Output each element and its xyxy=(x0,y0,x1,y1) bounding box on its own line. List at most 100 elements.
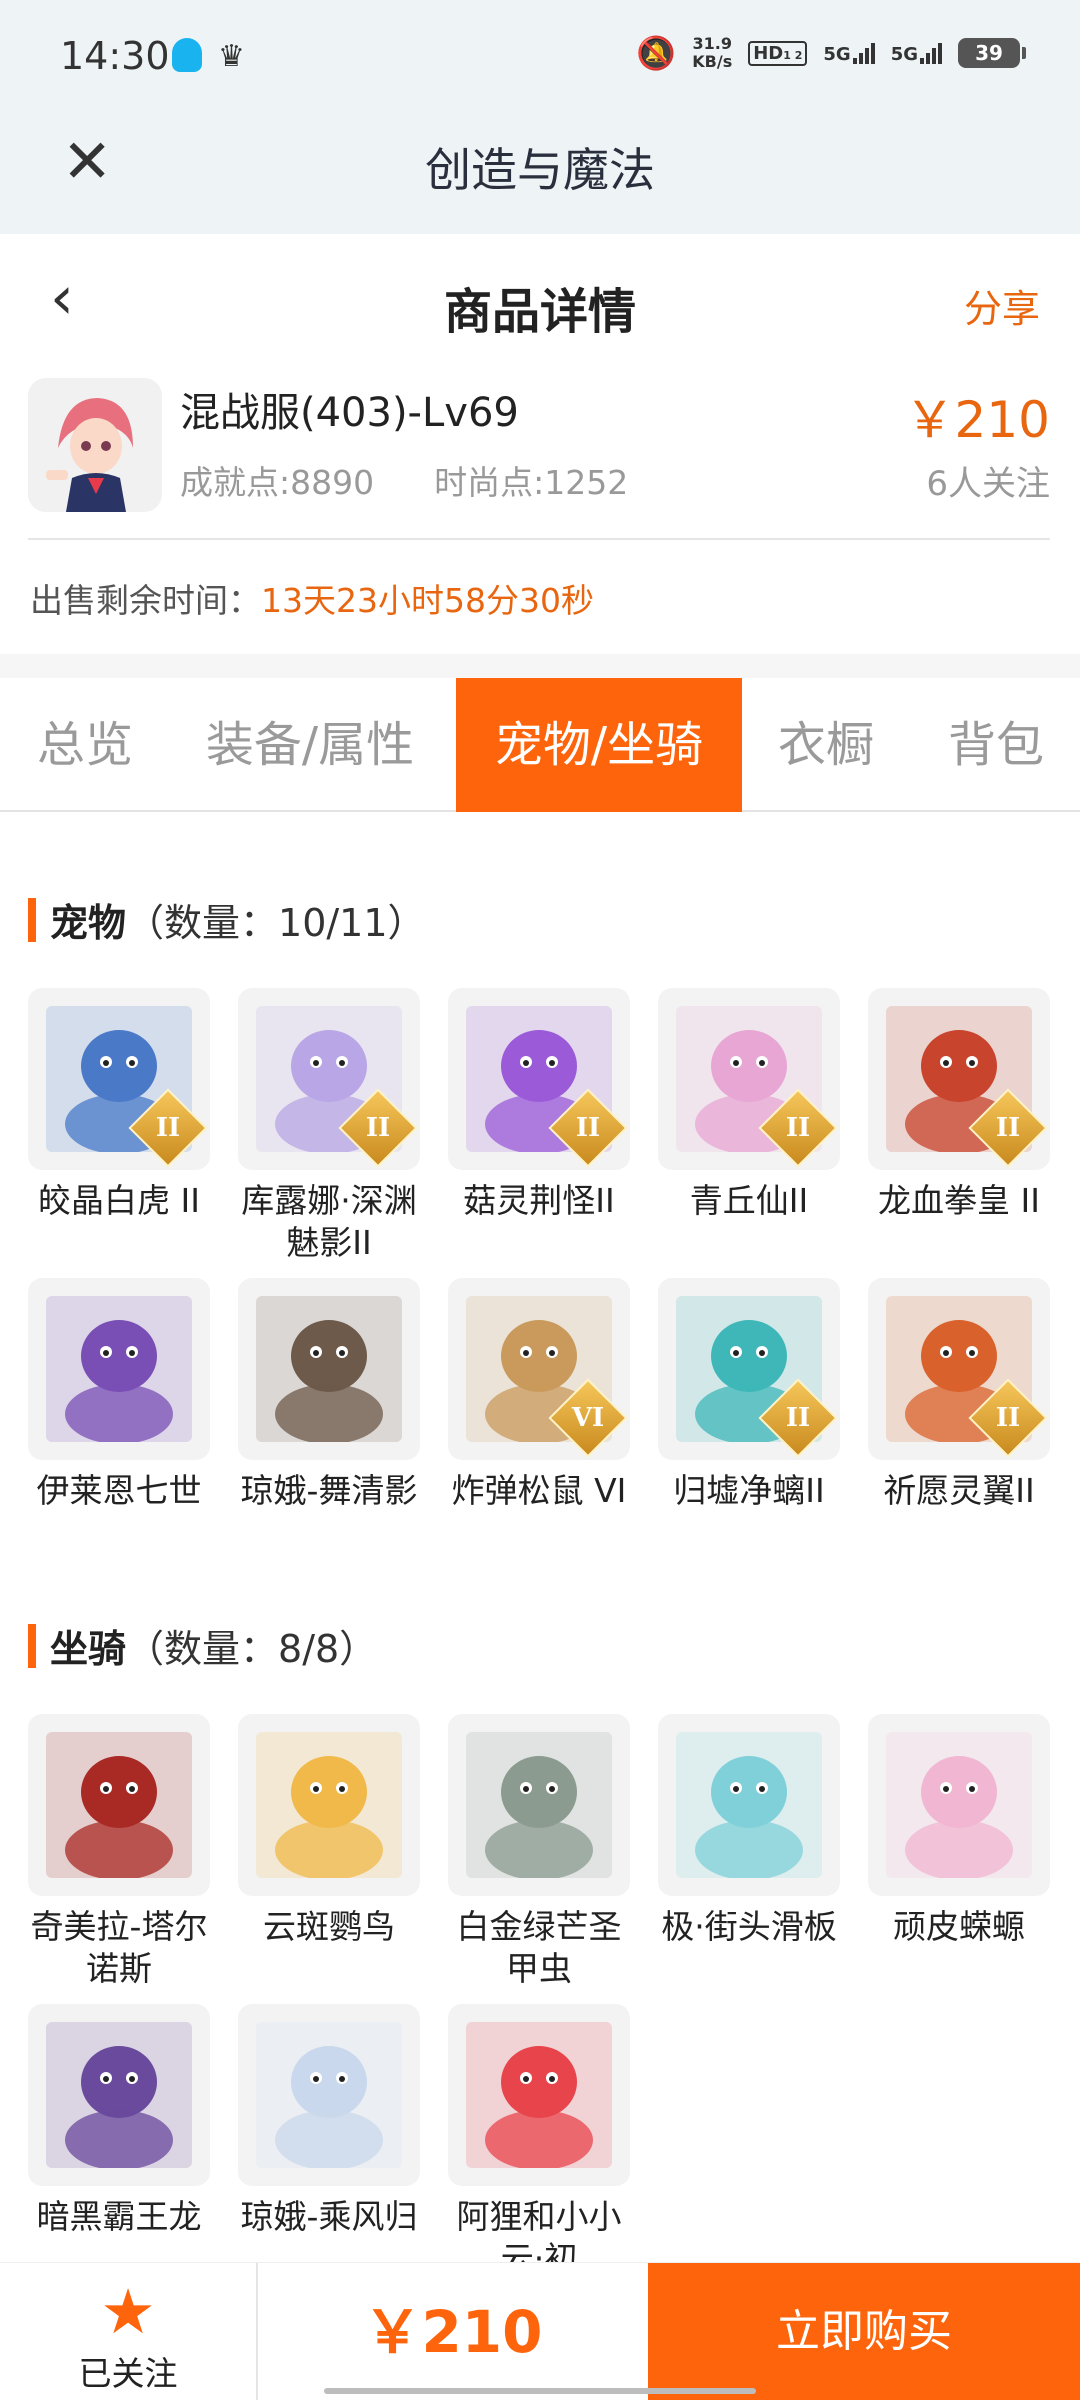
tier-badge-label: II xyxy=(785,1403,811,1433)
item-name: 皎晶白虎 II xyxy=(38,1181,200,1220)
section-accent-bar xyxy=(28,1623,36,1668)
item-thumbnail: II xyxy=(238,988,420,1170)
network-speed-unit: KB/s xyxy=(692,52,733,71)
item-thumbnail xyxy=(868,1714,1050,1896)
parrot-icon xyxy=(256,1732,402,1878)
item-name: 伊莱恩七世 xyxy=(36,1471,202,1510)
sale-time-value: 13天23小时58分30秒 xyxy=(261,581,594,620)
tab-pets-mounts[interactable]: 宠物/坐骑 xyxy=(456,678,742,812)
pet-item[interactable]: II 菇灵荆怪II xyxy=(448,988,630,1222)
follow-button[interactable]: ★ 已关注 xyxy=(0,2263,258,2400)
follow-label: 已关注 xyxy=(78,2354,178,2393)
pet-item[interactable]: II 祈愿灵翼II xyxy=(868,1278,1050,1512)
network-speed: 31.9 KB/s xyxy=(692,35,732,71)
section-gap xyxy=(0,654,1080,678)
mount-item[interactable]: 云斑鹦鸟 xyxy=(238,1714,420,1948)
item-name: 龙血拳皇 II xyxy=(878,1181,1040,1220)
status-time: 14:30 xyxy=(60,34,170,78)
mount-item[interactable]: 白金绿芒圣甲虫 xyxy=(448,1714,630,1990)
star-icon: ★ xyxy=(100,2275,156,2348)
tier-badge-label: II xyxy=(995,1113,1021,1143)
status-bar: 14:30 ♛ 🔕 31.9 KB/s HD1 2 5G 5G 39 xyxy=(0,0,1080,110)
product-stats: 成就点:8890 时尚点:1252 xyxy=(180,456,628,504)
item-name: 顽皮蝾螈 xyxy=(893,1907,1025,1946)
mount-item[interactable]: 奇美拉-塔尔诺斯 xyxy=(28,1714,210,1990)
hd-label: HD xyxy=(753,42,784,64)
mute-bell-icon: 🔕 xyxy=(636,34,677,72)
bottom-price: ￥210 xyxy=(363,2298,543,2366)
pets-count: （数量：10/11） xyxy=(126,901,426,945)
pets-title: 宠物 xyxy=(50,901,127,945)
pet-item[interactable]: II 库露娜·深渊魅影II xyxy=(238,988,420,1264)
pet-item[interactable]: II 皎晶白虎 II xyxy=(28,988,210,1222)
mount-item[interactable]: 顽皮蝾螈 xyxy=(868,1714,1050,1948)
battery-icon: 39 xyxy=(958,38,1026,68)
follower-count: 6人关注 xyxy=(926,464,1050,504)
item-name: 琼娥-乘风归 xyxy=(240,2197,418,2236)
qiong-e-wind-icon xyxy=(256,2022,402,2168)
mount-item[interactable]: 极·街头滑板 xyxy=(658,1714,840,1948)
chimera-icon xyxy=(46,1732,192,1878)
product-card: 混战服(403)-Lv69 成就点:8890 时尚点:1252 ￥210 6人关… xyxy=(0,370,1080,540)
item-name: 极·街头滑板 xyxy=(661,1907,837,1946)
item-name: 祈愿灵翼II xyxy=(883,1471,1035,1510)
pet-item[interactable]: VI 炸弹松鼠 VI xyxy=(448,1278,630,1512)
app-title: 创造与魔法 xyxy=(425,143,655,197)
mounts-title: 坐骑 xyxy=(50,1627,127,1671)
tab-equipment[interactable]: 装备/属性 xyxy=(190,678,430,812)
item-thumbnail: II xyxy=(868,988,1050,1170)
item-thumbnail: II xyxy=(28,988,210,1170)
network-speed-value: 31.9 xyxy=(692,34,732,53)
axolotl-icon xyxy=(886,1732,1032,1878)
item-name: 炸弹松鼠 VI xyxy=(451,1471,627,1510)
share-button[interactable]: 分享 xyxy=(964,278,1040,333)
status-icons: 🔕 31.9 KB/s HD1 2 5G 5G 39 xyxy=(636,34,1026,72)
item-name: 归墟净螭II xyxy=(673,1471,825,1510)
item-name: 云斑鹦鸟 xyxy=(263,1907,395,1946)
mounts-count: （数量：8/8） xyxy=(126,1627,378,1671)
qiong-e-dancer-icon xyxy=(256,1296,402,1442)
tab-wardrobe[interactable]: 衣橱 xyxy=(756,678,896,812)
mount-item[interactable]: 暗黑霸王龙 xyxy=(28,2004,210,2238)
item-thumbnail: VI xyxy=(448,1278,630,1460)
pet-item[interactable]: II 青丘仙II xyxy=(658,988,840,1222)
item-thumbnail xyxy=(238,1714,420,1896)
bottom-action-bar: ★ 已关注 ￥210 立即购买 xyxy=(0,2262,1080,2400)
tier-badge-label: VI xyxy=(571,1403,605,1433)
item-thumbnail xyxy=(28,1278,210,1460)
network-type-1: 5G xyxy=(823,44,851,65)
tier-badge-label: II xyxy=(575,1113,601,1143)
item-thumbnail xyxy=(238,2004,420,2186)
mount-item[interactable]: 琼娥-乘风归 xyxy=(238,2004,420,2238)
tier-badge-label: II xyxy=(365,1113,391,1143)
home-indicator xyxy=(324,2388,756,2394)
skateboard-icon xyxy=(676,1732,822,1878)
section-accent-bar xyxy=(28,897,36,942)
sale-time-label: 出售剩余时间： xyxy=(30,581,261,620)
tab-overview[interactable]: 总览 xyxy=(0,678,170,812)
divider xyxy=(28,538,1050,540)
app-bar: ✕ 创造与魔法 xyxy=(0,110,1080,234)
sale-time-remaining: 出售剩余时间：13天23小时58分30秒 xyxy=(30,574,594,622)
tab-backpack[interactable]: 背包 xyxy=(920,678,1072,812)
crown-icon: ♛ xyxy=(218,39,245,74)
tier-badge-label: II xyxy=(155,1113,181,1143)
page-title: 商品详情 xyxy=(443,284,636,340)
network-type-2: 5G xyxy=(890,44,918,65)
achievement-points: 成就点:8890 xyxy=(180,463,375,502)
item-thumbnail: II xyxy=(658,988,840,1170)
item-thumbnail xyxy=(238,1278,420,1460)
tier-badge-label: II xyxy=(785,1113,811,1143)
item-name: 白金绿芒圣甲虫 xyxy=(456,1907,622,1988)
pet-item[interactable]: II 归墟净螭II xyxy=(658,1278,840,1512)
fashion-points: 时尚点:1252 xyxy=(434,463,629,502)
pet-item[interactable]: 琼娥-舞清影 xyxy=(238,1278,420,1512)
pet-item[interactable]: II 龙血拳皇 II xyxy=(868,988,1050,1222)
item-thumbnail: II xyxy=(658,1278,840,1460)
top-area: 14:30 ♛ 🔕 31.9 KB/s HD1 2 5G 5G 39 ✕ 创造与… xyxy=(0,0,1080,234)
pet-item[interactable]: 伊莱恩七世 xyxy=(28,1278,210,1512)
item-name: 菇灵荆怪II xyxy=(463,1181,615,1220)
mount-item[interactable]: 阿狸和小小云·初 xyxy=(448,2004,630,2280)
item-thumbnail xyxy=(448,2004,630,2186)
buy-now-button[interactable]: 立即购买 xyxy=(648,2263,1080,2400)
